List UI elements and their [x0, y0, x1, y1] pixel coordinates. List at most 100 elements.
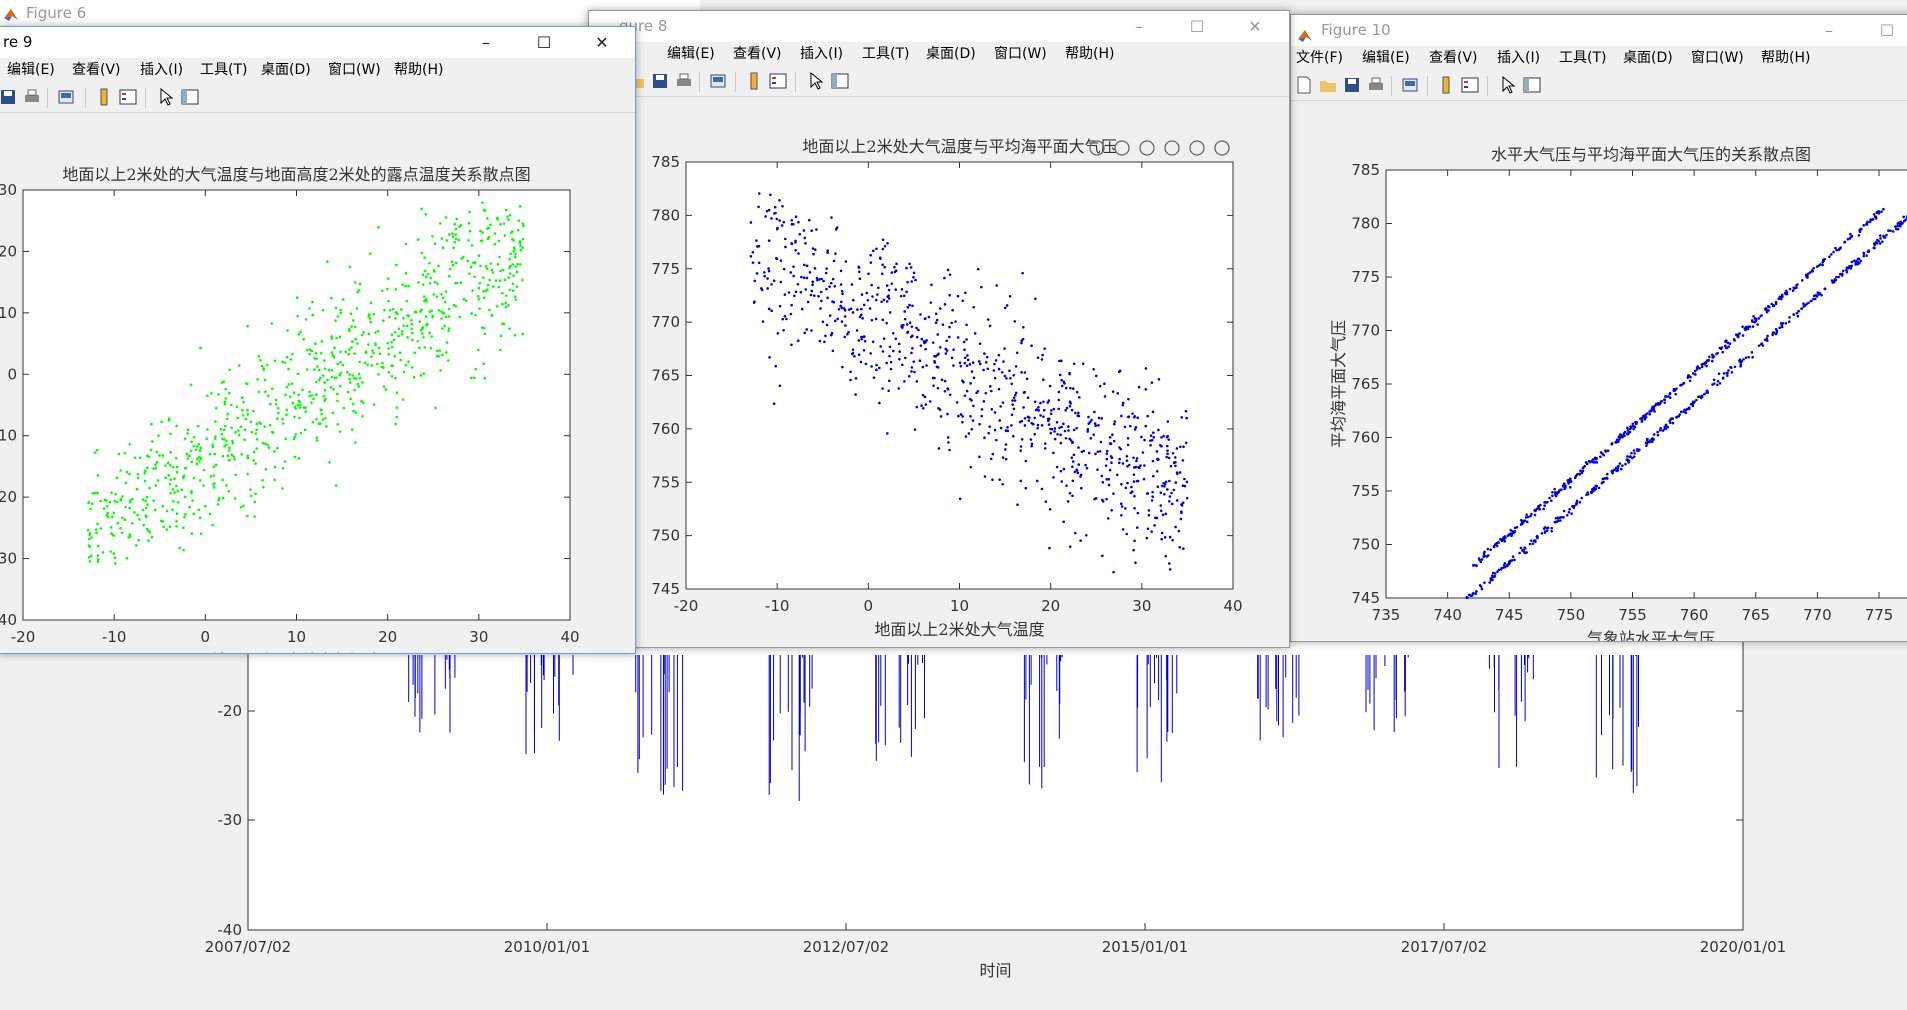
print-icon[interactable] [675, 72, 693, 90]
save-icon[interactable] [1343, 76, 1361, 94]
menu-item-0[interactable]: 编辑(E) [667, 42, 715, 66]
scatter-point [1550, 529, 1553, 533]
menu-item-1[interactable]: 编辑(E) [1362, 46, 1410, 70]
scatter-point [778, 219, 782, 222]
cursor-icon[interactable] [157, 87, 175, 106]
scatter-point [934, 355, 938, 358]
scatter-point [214, 435, 217, 438]
scatter-point [464, 299, 468, 302]
scatter-point [1873, 243, 1876, 247]
menu-item-0[interactable]: 文件(F) [1296, 46, 1343, 70]
figure8-window[interactable]: gure 8 – ☐ ✕ 编辑(E) 查看(V) 插入(I) 工具(T) 桌面(D) 窗口… [588, 10, 1290, 648]
menu-item-6[interactable]: 窗口(W) [1691, 46, 1744, 70]
scatter-point [417, 281, 420, 284]
menu-item-3[interactable]: 插入(I) [1497, 46, 1540, 70]
link-figure-icon[interactable] [1401, 76, 1419, 94]
scatter-point [987, 431, 990, 435]
cursor-icon[interactable] [1499, 75, 1517, 94]
menu-item-4[interactable]: 工具(T) [1559, 46, 1606, 70]
menu-item-0[interactable]: 编辑(E) [7, 58, 55, 82]
scatter-point [829, 333, 833, 337]
maximize-button[interactable]: ☐ [521, 27, 567, 58]
colorbar-icon[interactable] [1437, 76, 1455, 94]
figure9-scatter-chart[interactable]: -20 -10 0 10 20 30 40302010010203040地面以上2米处的大气… [0, 113, 635, 670]
scatter-point [910, 280, 914, 283]
zoom-in-icon[interactable] [1164, 140, 1180, 156]
minimize-button[interactable]: – [1806, 15, 1852, 46]
figure10-scatter-chart[interactable]: 735 740 745 750 755 760 765 770 7757457507557607… [1291, 101, 1907, 648]
menu-item-4[interactable]: 桌面(D) [926, 42, 976, 66]
link-figure-icon[interactable] [57, 88, 75, 106]
menu-item-7[interactable]: 帮助(H) [1761, 46, 1810, 70]
x-tick-label: 20 [378, 628, 397, 646]
scatter-point [1005, 304, 1009, 307]
figure9-window[interactable]: re 9 – ☐ ✕ 编辑(E) 查看(V) 插入(I) 工具(T) 桌面(D) 窗口(W… [0, 26, 636, 670]
save-icon[interactable] [0, 88, 17, 106]
scatter-point [997, 353, 1001, 357]
menu-item-2[interactable]: 查看(V) [1429, 46, 1478, 70]
scatter-point [416, 238, 420, 241]
close-button[interactable]: ✕ [1232, 11, 1278, 42]
scatter-point [486, 283, 490, 287]
home-icon[interactable] [1214, 140, 1230, 156]
menu-item-5[interactable]: 窗口(W) [994, 42, 1047, 66]
scatter-point [1055, 420, 1059, 424]
scatter-point [420, 207, 423, 211]
menu-item-1[interactable]: 查看(V) [733, 42, 782, 66]
menu-item-2[interactable]: 插入(I) [140, 58, 183, 82]
save-icon[interactable] [651, 72, 669, 90]
legend-icon[interactable] [119, 88, 137, 106]
figure8-titlebar[interactable]: gure 8 – ☐ ✕ [589, 11, 1289, 42]
menu-item-6[interactable]: 帮助(H) [1065, 42, 1114, 66]
figure8-scatter-chart[interactable]: -20 -10 0 10 20 30 407457507557607657707757807… [589, 97, 1289, 647]
menu-item-6[interactable]: 帮助(H) [394, 58, 443, 82]
pan-icon[interactable] [1139, 140, 1155, 156]
figure8-plot-area[interactable]: -20 -10 0 10 20 30 40 745 750 755 760 765 770 775 780 7… [589, 97, 1289, 647]
scatter-point [1135, 526, 1139, 529]
legend-icon[interactable] [769, 72, 787, 90]
figure9-titlebar[interactable]: re 9 – ☐ ✕ [0, 27, 635, 58]
open-icon[interactable] [1319, 76, 1337, 94]
figure9-plot-area[interactable]: -20 -10 0 10 20 30 40 30 20 10 0 10 20 30 40 地面以上2米处的大气… [0, 113, 635, 670]
scatter-point [1677, 414, 1681, 418]
property-inspector-icon[interactable] [831, 72, 849, 90]
scatter-point [928, 400, 932, 403]
menu-item-3[interactable]: 工具(T) [200, 58, 247, 82]
close-button[interactable]: ✕ [579, 27, 625, 58]
print-icon[interactable] [23, 88, 41, 106]
colorbar-icon[interactable] [745, 72, 763, 90]
data-tip-icon[interactable] [1114, 140, 1130, 156]
minimize-button[interactable]: – [463, 27, 509, 58]
scatter-point [290, 352, 294, 356]
menu-item-5[interactable]: 桌面(D) [1623, 46, 1673, 70]
scatter-point [763, 271, 766, 274]
zoom-out-icon[interactable] [1189, 140, 1205, 156]
figure10-plot-area[interactable]: 735 740 745 750 755 760 765 770 775 745 750 755 760 7… [1291, 101, 1907, 648]
menu-item-2[interactable]: 插入(I) [800, 42, 843, 66]
cursor-icon[interactable] [807, 71, 825, 90]
figure10-titlebar[interactable]: Figure 10 – ☐ [1291, 15, 1907, 46]
menu-item-4[interactable]: 桌面(D) [261, 58, 311, 82]
scatter-point [773, 212, 776, 215]
scatter-point [436, 349, 439, 353]
new-figure-icon[interactable] [1295, 76, 1313, 94]
minimize-button[interactable]: – [1116, 11, 1162, 42]
maximize-button[interactable]: ☐ [1864, 15, 1907, 46]
scatter-point [452, 246, 455, 250]
property-inspector-icon[interactable] [181, 88, 199, 106]
figure10-window[interactable]: Figure 10 – ☐ 文件(F) 编辑(E) 查看(V) 插入(I) 工具(T) 桌… [1290, 14, 1907, 648]
menu-item-5[interactable]: 窗口(W) [328, 58, 381, 82]
scatter-point [1048, 546, 1051, 550]
scatter-point [482, 289, 485, 293]
scatter-point [911, 347, 914, 350]
link-figure-icon[interactable] [709, 72, 727, 90]
scatter-point [1682, 410, 1685, 413]
scatter-point [1777, 297, 1781, 301]
print-icon[interactable] [1367, 76, 1385, 94]
maximize-button[interactable]: ☐ [1174, 11, 1220, 42]
colorbar-icon[interactable] [95, 88, 113, 106]
menu-item-1[interactable]: 查看(V) [72, 58, 121, 82]
legend-icon[interactable] [1461, 76, 1479, 94]
menu-item-3[interactable]: 工具(T) [862, 42, 909, 66]
property-inspector-icon[interactable] [1523, 76, 1541, 94]
